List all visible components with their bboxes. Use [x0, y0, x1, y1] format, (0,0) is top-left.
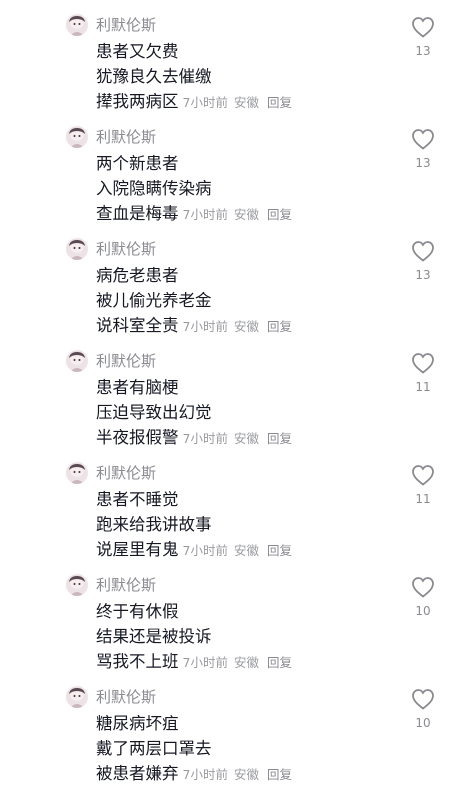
comment-time: 7小时前 [182, 95, 228, 110]
avatar[interactable] [66, 350, 88, 372]
comment-text-line: 戴了两层口罩去 [96, 739, 212, 758]
comment-text-line: 被儿偷光养老金 [96, 291, 212, 310]
comment-text-line-last: 被患者嫌弃 [96, 764, 179, 783]
comment-item: 利默伦斯 患者又欠费 犹豫良久去催缴 撵我两病区 7小时前 安徽 回复 13 [0, 14, 451, 126]
comment-author[interactable]: 利默伦斯 [96, 687, 156, 707]
avatar[interactable] [66, 14, 88, 36]
comment-time: 7小时前 [182, 319, 228, 334]
comment-author[interactable]: 利默伦斯 [96, 127, 156, 147]
comment-text-line-last: 说屋里有鬼 [96, 540, 179, 559]
comment-item: 利默伦斯 两个新患者 入院隐瞒传染病 查血是梅毒 7小时前 安徽 回复 13 [0, 126, 451, 238]
like-count: 11 [415, 492, 431, 506]
comment-text-line-last: 撵我两病区 [96, 92, 179, 111]
reply-button[interactable]: 回复 [267, 319, 292, 334]
comment-location: 安徽 [233, 431, 259, 446]
comment-location: 安徽 [233, 767, 259, 782]
reply-button[interactable]: 回复 [267, 767, 292, 782]
comment-location: 安徽 [233, 207, 259, 222]
comment-text-line: 半夜报假警 7小时前 安徽 回复 [96, 426, 292, 451]
heart-outline-icon[interactable] [411, 576, 435, 598]
comment-text-line: 被患者嫌弃 7小时前 安徽 回复 [96, 762, 292, 787]
reply-button[interactable]: 回复 [267, 95, 292, 110]
heart-outline-icon[interactable] [411, 352, 435, 374]
heart-outline-icon[interactable] [411, 240, 435, 262]
comment-item: 利默伦斯 糖尿病坏疽 戴了两层口罩去 被患者嫌弃 7小时前 安徽 回复 10 [0, 686, 451, 798]
comment-text-line: 终于有休假 [96, 602, 179, 621]
comment-item: 利默伦斯 患者不睡觉 跑来给我讲故事 说屋里有鬼 7小时前 安徽 回复 11 [0, 462, 451, 574]
reply-button[interactable]: 回复 [267, 543, 292, 558]
comment-text-line: 患者不睡觉 [96, 490, 179, 509]
comment-text-line-last: 半夜报假警 [96, 428, 179, 447]
comment-text-line: 患者又欠费 [96, 42, 179, 61]
comment-text-line: 患者有脑梗 [96, 378, 179, 397]
comment-text-line: 两个新患者 [96, 154, 179, 173]
like-count: 13 [415, 268, 431, 282]
comment-text-line: 病危老患者 [96, 266, 179, 285]
heart-outline-icon[interactable] [411, 464, 435, 486]
reply-button[interactable]: 回复 [267, 431, 292, 446]
comment-item: 利默伦斯 患者有脑梗 压迫导致出幻觉 半夜报假警 7小时前 安徽 回复 11 [0, 350, 451, 462]
comment-author[interactable]: 利默伦斯 [96, 351, 156, 371]
comment-location: 安徽 [233, 543, 259, 558]
comment-author[interactable]: 利默伦斯 [96, 575, 156, 595]
comment-text-line-last: 查血是梅毒 [96, 204, 179, 223]
comment-text-line: 骂我不上班 7小时前 安徽 回复 [96, 650, 292, 675]
comment-item: 利默伦斯 终于有休假 结果还是被投诉 骂我不上班 7小时前 安徽 回复 10 [0, 574, 451, 686]
comment-author[interactable]: 利默伦斯 [96, 239, 156, 259]
comment-location: 安徽 [233, 319, 259, 334]
like-count: 10 [415, 716, 431, 730]
comment-text-line: 说屋里有鬼 7小时前 安徽 回复 [96, 538, 292, 563]
avatar[interactable] [66, 462, 88, 484]
comment-text-line: 入院隐瞒传染病 [96, 179, 212, 198]
comment-text-line: 犹豫良久去催缴 [96, 67, 212, 86]
comment-time: 7小时前 [182, 207, 228, 222]
comment-time: 7小时前 [182, 767, 228, 782]
comment-time: 7小时前 [182, 655, 228, 670]
avatar[interactable] [66, 238, 88, 260]
like-count: 10 [415, 604, 431, 618]
comment-text-line-last: 说科室全责 [96, 316, 179, 335]
heart-outline-icon[interactable] [411, 16, 435, 38]
comment-text-line: 查血是梅毒 7小时前 安徽 回复 [96, 202, 292, 227]
comment-text-line: 结果还是被投诉 [96, 627, 212, 646]
heart-outline-icon[interactable] [411, 128, 435, 150]
comment-text-line: 跑来给我讲故事 [96, 515, 212, 534]
comment-item: 利默伦斯 病危老患者 被儿偷光养老金 说科室全责 7小时前 安徽 回复 13 [0, 238, 451, 350]
comment-time: 7小时前 [182, 431, 228, 446]
like-count: 11 [415, 380, 431, 394]
comment-author[interactable]: 利默伦斯 [96, 463, 156, 483]
comment-location: 安徽 [233, 95, 259, 110]
comment-text-line: 说科室全责 7小时前 安徽 回复 [96, 314, 292, 339]
like-count: 13 [415, 156, 431, 170]
comment-text-line: 撵我两病区 7小时前 安徽 回复 [96, 90, 292, 115]
avatar[interactable] [66, 686, 88, 708]
heart-outline-icon[interactable] [411, 688, 435, 710]
comment-author[interactable]: 利默伦斯 [96, 15, 156, 35]
reply-button[interactable]: 回复 [267, 655, 292, 670]
avatar[interactable] [66, 126, 88, 148]
avatar[interactable] [66, 574, 88, 596]
like-count: 13 [415, 44, 431, 58]
reply-button[interactable]: 回复 [267, 207, 292, 222]
comment-time: 7小时前 [182, 543, 228, 558]
comment-text-line: 压迫导致出幻觉 [96, 403, 212, 422]
comment-text-line: 糖尿病坏疽 [96, 714, 179, 733]
comment-location: 安徽 [233, 655, 259, 670]
comment-text-line-last: 骂我不上班 [96, 652, 179, 671]
comment-list: 利默伦斯 患者又欠费 犹豫良久去催缴 撵我两病区 7小时前 安徽 回复 13 利默伦斯… [0, 0, 451, 800]
